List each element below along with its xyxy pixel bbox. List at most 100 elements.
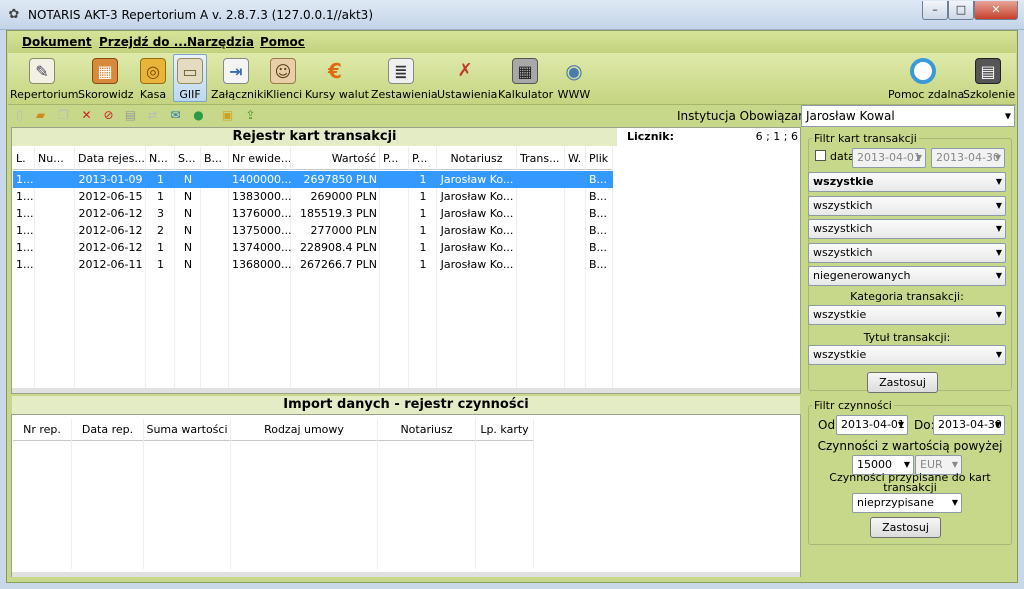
apply-card-filter-button[interactable]: Zastosuj xyxy=(867,372,938,393)
table-cell xyxy=(380,239,409,256)
cancel-icon[interactable]: ⊘ xyxy=(101,108,116,123)
card-filter-select-3[interactable]: wszystkich ▼ xyxy=(808,219,1006,239)
table-cell: 1368000... xyxy=(232,258,291,271)
menu-narzedzia[interactable]: Narzędzia xyxy=(187,35,254,49)
import-column-header[interactable]: Suma wartości xyxy=(144,419,231,441)
table-row[interactable]: 1... 2013-01-09 1 N 1400000... 2697850 PLN 1 Ja… xyxy=(13,171,613,188)
table-cell: 1374000... xyxy=(232,241,291,254)
card-date-from[interactable]: 2013-04-01 ▼ xyxy=(852,148,926,168)
toolbar-klienci-button[interactable]: ☺ Klienci xyxy=(266,55,302,103)
assigned-select[interactable]: nieprzypisane ▼ xyxy=(852,493,962,513)
horizontal-scrollbar[interactable] xyxy=(12,388,800,393)
lock-icon[interactable]: ▣ xyxy=(220,108,235,123)
copy-icon[interactable]: ❐ xyxy=(56,108,71,123)
table-row[interactable]: 1... 2012-06-12 1 N 1374000... 228908.4 PLN 1 J… xyxy=(13,239,613,256)
register-column-header[interactable]: P... xyxy=(409,147,437,170)
close-button[interactable]: ✕ xyxy=(974,1,1018,20)
currency-select[interactable]: EUR ▼ xyxy=(915,455,962,475)
toolbar-zalaczniki-button[interactable]: ⇥ Załączniki xyxy=(211,55,266,103)
minimize-button[interactable]: – xyxy=(922,1,948,20)
import-column-header[interactable]: Rodzaj umowy xyxy=(231,419,378,441)
toolbar-zestawienia-button[interactable]: ≣ Zestawienia xyxy=(371,55,438,103)
new-document-icon[interactable]: ▯ xyxy=(12,108,27,123)
register-column-header[interactable]: Wartość xyxy=(291,147,380,170)
calculator-icon: ▦ xyxy=(512,58,538,84)
table-cell xyxy=(565,239,586,256)
send-mail-icon[interactable]: ✉ xyxy=(168,108,183,123)
apply-action-filter-button[interactable]: Zastosuj xyxy=(870,517,941,538)
card-filter-select-4[interactable]: wszystkich ▼ xyxy=(808,243,1006,263)
import-column-header[interactable]: Notariusz xyxy=(378,419,476,441)
chevron-down-icon: ▼ xyxy=(915,153,922,162)
open-folder-icon[interactable]: ▰ xyxy=(33,108,48,123)
menu-dokument[interactable]: Dokument xyxy=(22,35,92,49)
column-divider xyxy=(143,419,144,569)
register-column-header[interactable]: Nr ewide... xyxy=(229,147,291,170)
web-icon[interactable]: ● xyxy=(191,108,206,123)
register-column-header[interactable]: W. xyxy=(565,147,586,170)
actions-date-to[interactable]: 2013-04-30 ▼ xyxy=(933,415,1005,435)
table-cell: N xyxy=(183,224,193,237)
table-row[interactable]: 1... 2012-06-12 3 N 1376000... 185519.3 PLN 1 J… xyxy=(13,205,613,222)
toolbar-kasa-button[interactable]: ◎ Kasa xyxy=(137,55,169,103)
clapperboard-icon: ▤ xyxy=(975,58,1001,84)
table-cell: B... xyxy=(589,207,608,220)
register-column-header[interactable]: Plik xyxy=(586,147,613,170)
register-column-header[interactable]: Notariusz xyxy=(437,147,517,170)
toolbar-szkolenie-button[interactable]: ▤ Szkolenie xyxy=(963,55,1015,103)
toolbar-www-button[interactable]: ◉ WWW xyxy=(557,55,591,103)
table-cell xyxy=(565,205,586,222)
toolbar-ustawienia-button[interactable]: ✗ Ustawienia xyxy=(437,55,497,103)
app-icon: ✿ xyxy=(8,7,20,22)
table-cell: 1 xyxy=(419,173,427,186)
horizontal-scrollbar[interactable] xyxy=(12,572,800,577)
table-cell: 1375000... xyxy=(232,224,291,237)
register-column-header[interactable]: Data rejes... xyxy=(75,147,146,170)
menu-przejdz[interactable]: Przejdź do ... xyxy=(99,35,187,49)
table-row[interactable]: 1... 2012-06-12 2 N 1375000... 277000 PLN 1 Jar… xyxy=(13,222,613,239)
toolbar-kursy-walut-button[interactable]: € Kursy walut xyxy=(305,55,369,103)
clients-icon: ☺ xyxy=(270,58,296,84)
export-icon[interactable]: ⇄ xyxy=(145,108,160,123)
card-filter-select-2[interactable]: wszystkich ▼ xyxy=(808,196,1006,216)
amount-select[interactable]: 15000 ▼ xyxy=(852,455,914,475)
assigned-label: Czynności przypisane do kart transakcji xyxy=(829,473,991,493)
chevron-down-icon: ▼ xyxy=(951,460,958,469)
table-row[interactable]: 1... 2012-06-15 1 N 1383000... 269000 PLN 1 Jar… xyxy=(13,188,613,205)
register-column-header[interactable]: P... xyxy=(380,147,409,170)
register-column-header[interactable]: S... xyxy=(175,147,201,170)
import-icon[interactable]: ⇪ xyxy=(243,108,258,123)
toolbar-skorowidz-button[interactable]: ▦ Skorowidz xyxy=(78,55,134,103)
register-column-header[interactable]: B... xyxy=(201,147,229,170)
chevron-down-icon: ▼ xyxy=(994,153,1001,162)
delete-icon[interactable]: ✕ xyxy=(79,108,94,123)
register-column-header[interactable]: Trans... xyxy=(517,147,565,170)
toolbar-giif-button[interactable]: ▭ GIIF xyxy=(173,54,207,102)
table-row[interactable]: 1... 2012-06-11 1 N 1368000... 267266.7 PLN 1 J… xyxy=(13,256,613,273)
maximize-button[interactable]: □ xyxy=(948,1,974,20)
card-date-to[interactable]: 2013-04-30 ▼ xyxy=(931,148,1005,168)
table-cell xyxy=(380,222,409,239)
actions-date-from[interactable]: 2013-04-01 ▼ xyxy=(836,415,908,435)
toolbar-kalkulator-button[interactable]: ▦ Kalkulator xyxy=(498,55,553,103)
register-column-header[interactable]: L. xyxy=(13,147,35,170)
table-cell xyxy=(517,171,565,188)
import-column-header[interactable]: Data rep. xyxy=(72,419,144,441)
import-column-header[interactable]: Lp. karty xyxy=(476,419,534,441)
register-column-header[interactable]: N... xyxy=(146,147,175,170)
register-column-header[interactable]: Nu... xyxy=(35,147,75,170)
toolbar-repertorium-button[interactable]: ✎ Repertorium xyxy=(10,55,79,103)
category-select[interactable]: wszystkie ▼ xyxy=(808,305,1006,325)
table-cell xyxy=(201,171,229,188)
toolbar-pomoc-zdalna-button[interactable]: Pomoc zdalna xyxy=(888,55,964,103)
report-icon: ≣ xyxy=(388,58,414,84)
institution-select[interactable]: Jarosław Kowal ▼ xyxy=(801,105,1015,127)
card-filter-select-5[interactable]: niegenerowanych ▼ xyxy=(808,266,1006,286)
date-checkbox[interactable] xyxy=(815,150,826,161)
menu-pomoc[interactable]: Pomoc xyxy=(260,35,305,49)
transaction-title-select[interactable]: wszystkie ▼ xyxy=(808,345,1006,365)
print-icon[interactable]: ▤ xyxy=(123,108,138,123)
card-filter-select-1[interactable]: wszystkie ▼ xyxy=(808,172,1006,192)
import-column-header[interactable]: Nr rep. xyxy=(13,419,72,441)
table-cell: 267266.7 PLN xyxy=(300,258,377,271)
